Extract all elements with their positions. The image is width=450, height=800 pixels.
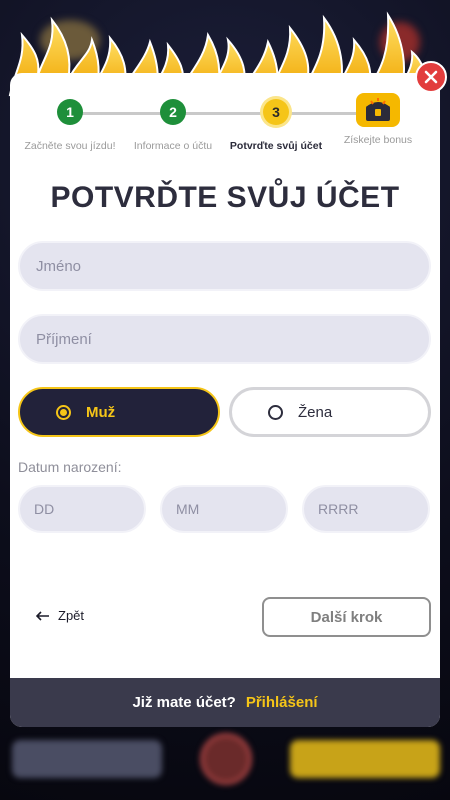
step-3: 3 Potvrďte svůj účet [226,93,326,152]
radio-selected-icon [56,404,71,420]
dob-label: Datum narození: [18,459,122,475]
login-question: Již mate účet? [132,694,236,711]
close-icon [424,70,438,84]
dob-day-input[interactable] [18,485,146,533]
step-1-number: 1 [57,99,83,125]
back-button[interactable]: Zpět [36,608,84,623]
step-2: 2 Informace o účtu [123,93,223,152]
step-4-label: Získejte bonus [343,134,413,146]
radio-unselected-icon [268,404,283,420]
background-button-left [12,740,162,778]
background-circle [200,733,252,785]
back-label: Zpět [58,608,85,623]
page-title: POTVRĎTE SVŮJ ÚČET [50,181,400,214]
step-3-label: Potvrďte svůj účet [229,140,323,152]
login-link[interactable]: Přihlášení [246,694,318,711]
step-2-label: Informace o účtu [133,140,213,152]
progress-stepper: 1 Začněte svou jízdu! 2 Informace o účtu… [10,93,440,163]
arrow-left-icon [36,610,49,621]
dob-month-input[interactable] [160,485,288,533]
last-name-input[interactable] [18,314,431,364]
next-step-button[interactable]: Další krok [262,597,431,637]
step-3-number: 3 [263,99,289,125]
first-name-input[interactable] [18,241,431,291]
login-footer: Již mate účet? Přihlášení [10,678,440,727]
step-4: Získejte bonus [328,93,428,146]
step-2-number: 2 [160,99,186,125]
treasure-chest-icon [356,93,400,127]
background-button-right [290,740,440,778]
dob-year-input[interactable] [302,485,430,533]
step-1: 1 Začněte svou jízdu! [20,93,120,152]
gender-male-option[interactable]: Muž [18,387,220,437]
registration-modal: 1 Začněte svou jízdu! 2 Informace o účtu… [10,73,440,727]
gender-female-option[interactable]: Žena [229,387,431,437]
step-1-label: Začněte svou jízdu! [24,140,116,152]
close-button[interactable] [415,61,447,93]
gender-female-label: Žena [298,403,333,421]
gender-male-label: Muž [86,403,116,421]
